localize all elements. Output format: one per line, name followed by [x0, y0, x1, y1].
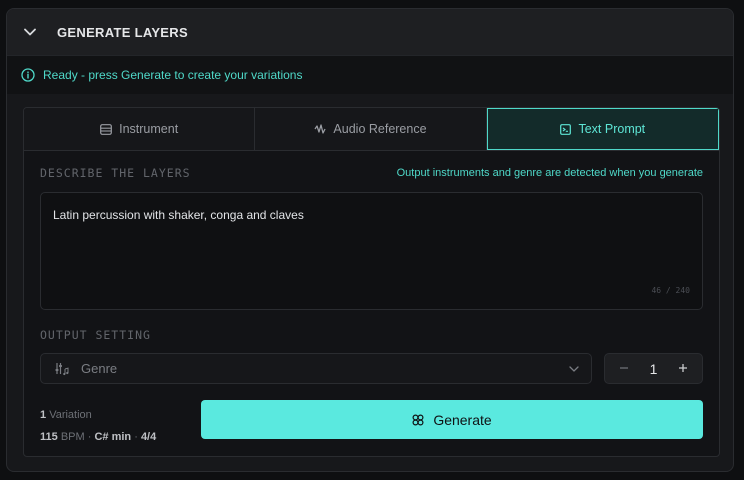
layers-card: Instrument Audio Reference Text Prompt D… — [23, 107, 720, 457]
summary-separator: · — [87, 431, 92, 443]
minus-icon — [620, 367, 628, 369]
genre-icon — [55, 362, 69, 375]
waveform-icon — [314, 124, 327, 134]
chevron-down-icon — [569, 365, 579, 372]
tempo-key-summary: 115 BPM · C# min · 4/4 — [40, 426, 156, 448]
describe-label: DESCRIBE THE LAYERS — [40, 166, 191, 180]
tab-audio-reference[interactable]: Audio Reference — [255, 108, 487, 150]
info-icon — [21, 68, 35, 82]
text-prompt-icon — [560, 123, 572, 135]
summary-bpm: 115 — [40, 431, 58, 443]
plus-icon — [678, 364, 687, 372]
tab-text-prompt-label: Text Prompt — [578, 122, 646, 136]
chevron-down-icon[interactable] — [23, 25, 37, 39]
generate-layers-panel: GENERATE LAYERS Ready - press Generate t… — [6, 8, 734, 472]
detection-hint: Output instruments and genre are detecte… — [396, 167, 703, 179]
status-bar: Ready - press Generate to create your va… — [7, 56, 733, 94]
panel-title: GENERATE LAYERS — [57, 24, 188, 40]
summary-time-signature: 4/4 — [140, 431, 157, 443]
instrument-icon — [100, 123, 113, 135]
variation-stepper[interactable]: 1 — [604, 353, 703, 384]
variation-count-value: 1 — [649, 360, 658, 377]
describe-row: DESCRIBE THE LAYERS Output instruments a… — [40, 166, 703, 180]
variation-summary: 1 Variation — [40, 404, 156, 426]
status-text: Ready - press Generate to create your va… — [43, 68, 303, 82]
increment-button[interactable] — [676, 360, 690, 377]
summary-separator: · — [134, 431, 138, 443]
prompt-textarea[interactable]: Latin percussion with shaker, conga and … — [40, 192, 703, 310]
generate-button[interactable]: Generate — [201, 400, 703, 439]
generation-summary: 1 Variation 115 BPM · C# min · 4/4 — [40, 404, 156, 448]
tab-audio-reference-label: Audio Reference — [333, 122, 427, 136]
panel-header[interactable]: GENERATE LAYERS — [7, 9, 733, 56]
tab-instrument[interactable]: Instrument — [24, 108, 256, 150]
output-setting-label: OUTPUT SETTING — [40, 328, 151, 342]
mode-tabs: Instrument Audio Reference Text Prompt — [24, 108, 719, 151]
summary-variation-count: 1 — [40, 409, 47, 421]
decrement-button[interactable] — [617, 360, 631, 377]
generate-label: Generate — [433, 411, 492, 428]
genre-select[interactable]: Genre — [40, 353, 592, 384]
prompt-text: Latin percussion with shaker, conga and … — [53, 208, 304, 222]
summary-bpm-unit: BPM — [60, 431, 85, 443]
summary-variation-word: Variation — [49, 409, 92, 421]
genre-placeholder: Genre — [81, 361, 118, 376]
tab-instrument-label: Instrument — [119, 122, 179, 136]
generate-icon — [412, 413, 424, 426]
character-counter: 46 / 240 — [651, 286, 690, 295]
summary-key: C# min — [94, 431, 132, 443]
tab-text-prompt[interactable]: Text Prompt — [486, 108, 719, 150]
